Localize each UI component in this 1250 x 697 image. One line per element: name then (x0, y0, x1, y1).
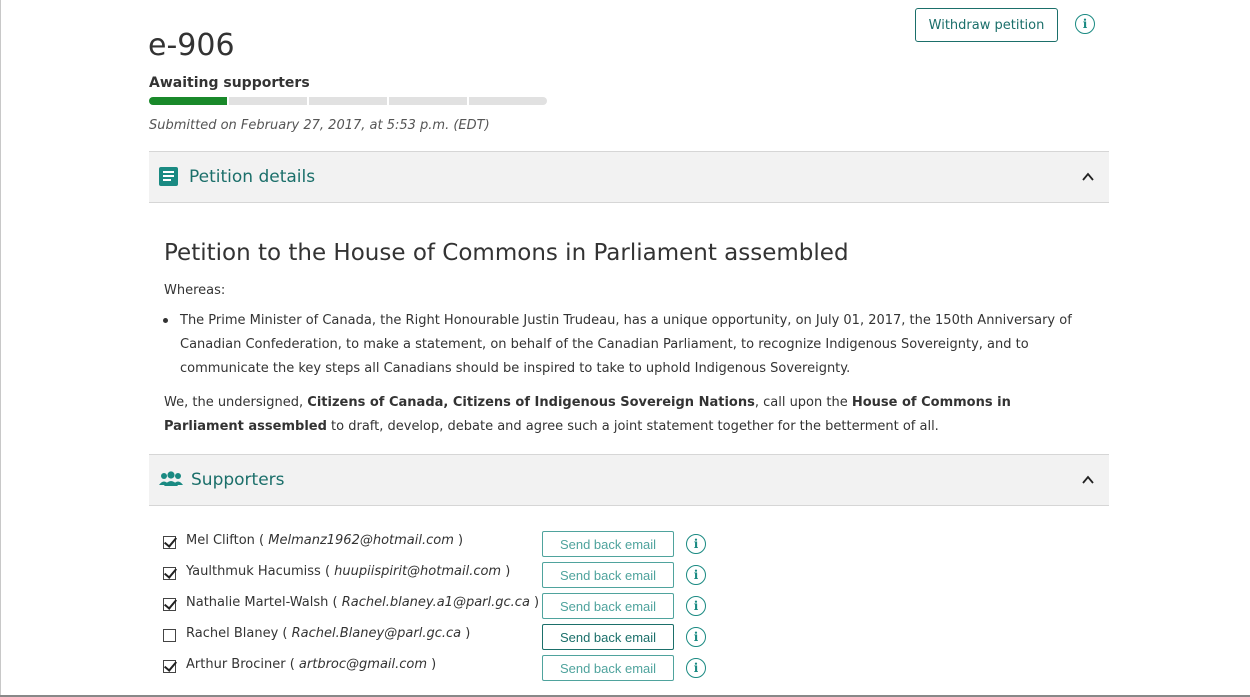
progress-segment (309, 97, 387, 105)
submitted-date: Submitted on February 27, 2017, at 5:53 … (149, 118, 490, 133)
panel-title: Supporters (191, 470, 285, 490)
withdraw-petition-button[interactable]: Withdraw petition (915, 8, 1058, 42)
send-back-email-button[interactable]: Send back email (542, 624, 674, 650)
supporter-checkbox[interactable] (163, 536, 176, 549)
supporter-label: Yaulthmuk Hacumiss ( huupiispirit@hotmai… (186, 564, 511, 579)
supporter-checkbox[interactable] (163, 629, 176, 642)
chevron-up-icon[interactable] (1081, 170, 1095, 184)
send-back-email-button[interactable]: Send back email (542, 531, 674, 557)
bullet-dot (163, 318, 168, 323)
left-divider (0, 0, 1, 697)
supporter-checkbox[interactable] (163, 660, 176, 673)
supporters-header[interactable]: Supporters (149, 454, 1109, 506)
info-icon[interactable]: i (1075, 14, 1095, 34)
petition-id: e-906 (148, 28, 235, 63)
send-back-email-button[interactable]: Send back email (542, 655, 674, 681)
whereas-bullet: The Prime Minister of Canada, the Right … (180, 313, 1072, 376)
supporter-email: artbroc@gmail.com (298, 657, 428, 672)
supporter-name: Mel Clifton (186, 533, 255, 548)
group-icon (159, 471, 183, 486)
send-back-email-button[interactable]: Send back email (542, 593, 674, 619)
send-back-email-button[interactable]: Send back email (542, 562, 674, 588)
supporter-name: Yaulthmuk Hacumiss (186, 564, 321, 579)
info-icon[interactable]: i (686, 565, 706, 585)
supporter-name: Arthur Brociner (186, 657, 286, 672)
supporter-checkbox[interactable] (163, 598, 176, 611)
info-icon[interactable]: i (686, 534, 706, 554)
prayer-text: We, the undersigned, Citizens of Canada,… (164, 395, 1011, 434)
supporter-name: Nathalie Martel-Walsh (186, 595, 329, 610)
supporter-email: huupiispirit@hotmail.com (334, 564, 502, 579)
supporter-label: Arthur Brociner ( artbroc@gmail.com ) (186, 657, 437, 672)
supporter-name: Rachel Blaney (186, 626, 279, 641)
info-icon[interactable]: i (686, 658, 706, 678)
progress-segment (229, 97, 307, 105)
progress-bar (149, 97, 547, 105)
info-icon[interactable]: i (686, 627, 706, 647)
document-icon (159, 167, 178, 186)
supporter-checkbox[interactable] (163, 567, 176, 580)
petition-title: Petition to the House of Commons in Parl… (164, 240, 849, 266)
panel-title: Petition details (189, 167, 316, 187)
petition-details-header[interactable]: Petition details (149, 151, 1109, 203)
supporter-email: Rachel.blaney.a1@parl.gc.ca (341, 595, 530, 610)
info-icon[interactable]: i (686, 596, 706, 616)
supporter-label: Rachel Blaney ( Rachel.Blaney@parl.gc.ca… (186, 626, 471, 641)
status-label: Awaiting supporters (149, 75, 310, 91)
whereas-label: Whereas: (164, 283, 226, 298)
progress-segment (389, 97, 467, 105)
progress-segment (149, 97, 227, 105)
supporter-label: Mel Clifton ( Melmanz1962@hotmail.com ) (186, 533, 464, 548)
petition-page: e-906 Withdraw petition i Awaiting suppo… (0, 0, 1250, 697)
supporter-email: Melmanz1962@hotmail.com (268, 533, 454, 548)
chevron-up-icon[interactable] (1081, 473, 1095, 487)
supporter-label: Nathalie Martel-Walsh ( Rachel.blaney.a1… (186, 595, 540, 610)
progress-segment (469, 97, 547, 105)
supporter-email: Rachel.Blaney@parl.gc.ca (291, 626, 462, 641)
